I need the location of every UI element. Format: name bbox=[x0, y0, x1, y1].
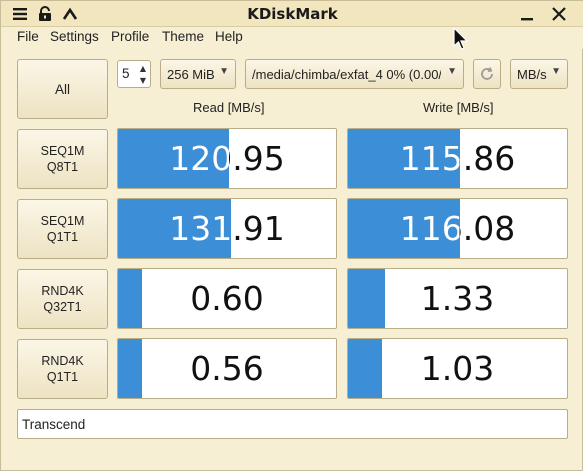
test-label-line2: Q32T1 bbox=[43, 300, 82, 314]
comment-field[interactable]: Transcend bbox=[17, 409, 568, 439]
minimize-icon[interactable] bbox=[516, 3, 538, 25]
test-size-value: 256 MiB bbox=[167, 67, 215, 82]
test-label-line2: Q1T1 bbox=[46, 370, 79, 384]
test-label-line1: RND4K bbox=[41, 284, 84, 298]
spin-up-icon[interactable]: ▲ bbox=[137, 62, 149, 74]
rnd4k-q32t1-button[interactable]: RND4K Q32T1 bbox=[17, 269, 108, 329]
menu-file[interactable]: File bbox=[17, 29, 39, 44]
test-label-line1: SEQ1M bbox=[40, 144, 85, 158]
close-icon[interactable] bbox=[548, 3, 570, 25]
chevron-down-icon: ▼ bbox=[551, 66, 561, 77]
read-header: Read [MB/s] bbox=[193, 100, 265, 115]
write-value: 1.33 bbox=[348, 281, 567, 317]
write-value: 116.08 bbox=[348, 211, 567, 247]
loops-value: 5 bbox=[122, 66, 130, 81]
write-header: Write [MB/s] bbox=[423, 100, 494, 115]
title-bar: KDiskMark bbox=[1, 1, 583, 27]
write-result-rnd4k-q32t1: 1.33 bbox=[347, 268, 568, 329]
units-value: MB/s bbox=[517, 67, 547, 82]
test-label-line2: Q1T1 bbox=[46, 230, 79, 244]
rnd4k-q1t1-button[interactable]: RND4K Q1T1 bbox=[17, 339, 108, 399]
test-size-select[interactable]: 256 MiB ▼ bbox=[160, 59, 236, 89]
refresh-icon bbox=[481, 67, 493, 80]
units-select[interactable]: MB/s ▼ bbox=[510, 59, 568, 89]
kdiskmark-window: KDiskMark File Settings Profile Theme He… bbox=[0, 0, 583, 471]
read-value: 120.95 bbox=[118, 141, 336, 177]
device-name: Transcend bbox=[22, 417, 86, 432]
chevron-down-icon: ▼ bbox=[447, 66, 457, 77]
read-value: 0.56 bbox=[118, 351, 336, 387]
menu-bar: File Settings Profile Theme Help bbox=[1, 27, 583, 49]
menu-help[interactable]: Help bbox=[215, 29, 243, 44]
menu-settings[interactable]: Settings bbox=[50, 29, 99, 44]
write-result-seq1m-q8t1: 115.86 bbox=[347, 128, 568, 189]
test-label-line1: SEQ1M bbox=[40, 214, 85, 228]
refresh-button[interactable] bbox=[473, 59, 501, 89]
test-label-line1: RND4K bbox=[41, 354, 84, 368]
test-label-line2: Q8T1 bbox=[46, 160, 79, 174]
read-result-seq1m-q8t1: 120.95 bbox=[117, 128, 337, 189]
menu-profile[interactable]: Profile bbox=[111, 29, 149, 44]
mouse-cursor-icon bbox=[453, 27, 469, 50]
menu-theme[interactable]: Theme bbox=[162, 29, 204, 44]
loops-spinbox[interactable]: 5 ▲ ▼ bbox=[117, 60, 151, 88]
seq1m-q8t1-button[interactable]: SEQ1M Q8T1 bbox=[17, 129, 108, 189]
read-value: 0.60 bbox=[118, 281, 336, 317]
write-value: 1.03 bbox=[348, 351, 567, 387]
spin-down-icon[interactable]: ▼ bbox=[137, 74, 149, 86]
write-value: 115.86 bbox=[348, 141, 567, 177]
read-result-seq1m-q1t1: 131.91 bbox=[117, 198, 337, 259]
chevron-down-icon: ▼ bbox=[219, 66, 229, 77]
read-value: 131.91 bbox=[118, 211, 336, 247]
target-path-select[interactable]: /media/chimba/exfat_4 0% (0.00/5 ▼ bbox=[245, 59, 464, 89]
read-result-rnd4k-q32t1: 0.60 bbox=[117, 268, 337, 329]
seq1m-q1t1-button[interactable]: SEQ1M Q1T1 bbox=[17, 199, 108, 259]
run-all-button[interactable]: All bbox=[17, 59, 108, 119]
window-title: KDiskMark bbox=[247, 5, 338, 23]
target-path-value: /media/chimba/exfat_4 0% (0.00/5 bbox=[252, 67, 441, 82]
write-result-seq1m-q1t1: 116.08 bbox=[347, 198, 568, 259]
write-result-rnd4k-q1t1: 1.03 bbox=[347, 338, 568, 399]
read-result-rnd4k-q1t1: 0.56 bbox=[117, 338, 337, 399]
